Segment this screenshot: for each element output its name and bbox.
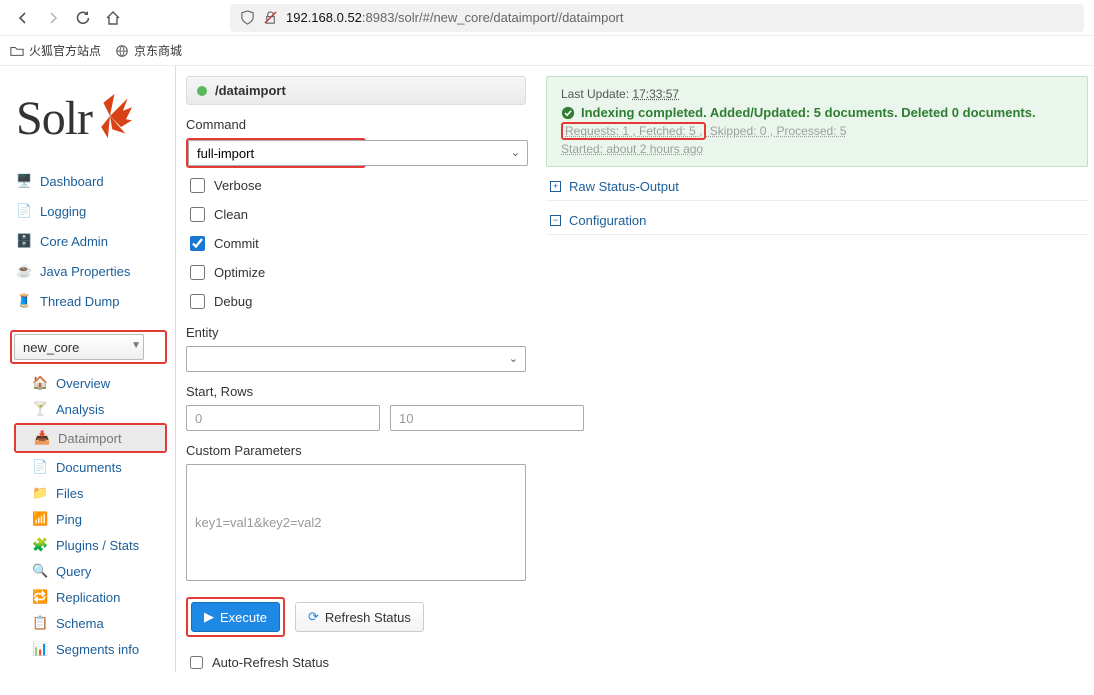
arrow-right-icon <box>45 10 61 26</box>
command-select[interactable]: full-import <box>188 140 528 166</box>
segments-icon: 📊 <box>32 641 48 657</box>
replication-icon: 🔁 <box>32 589 48 605</box>
status-main-text: Indexing completed. Added/Updated: 5 doc… <box>581 105 1036 120</box>
thread-icon: 🧵 <box>16 293 32 309</box>
import-icon: 📥 <box>34 430 50 446</box>
status-dot-icon <box>197 86 207 96</box>
customparams-label: Custom Parameters <box>186 443 526 458</box>
solr-logo: Solr <box>16 91 167 146</box>
sidebar: Solr 🖥️Dashboard 📄Logging 🗄️Core Admin ☕… <box>0 66 175 672</box>
verbose-checkbox[interactable] <box>190 178 205 193</box>
home-button[interactable] <box>100 5 126 31</box>
clean-checkbox[interactable] <box>190 207 205 222</box>
sidebar-item-dashboard[interactable]: 🖥️Dashboard <box>10 166 167 196</box>
commit-checkbox[interactable] <box>190 236 205 251</box>
sun-icon <box>88 94 132 138</box>
back-button[interactable] <box>10 5 36 31</box>
schema-icon: 📋 <box>32 615 48 631</box>
plugin-icon: 🧩 <box>32 537 48 553</box>
funnel-icon: 🍸 <box>32 401 48 417</box>
collapse-icon: − <box>550 215 561 226</box>
subnav-query[interactable]: 🔍Query <box>14 558 167 584</box>
java-icon: ☕ <box>16 263 32 279</box>
bookmark-bar: 火狐官方站点 京东商城 <box>0 36 1094 66</box>
autorefresh-label: Auto-Refresh Status <box>212 655 329 670</box>
status-counts: Requests: 1 , Fetched: 5 , Skipped: 0 , … <box>561 124 1073 138</box>
subnav-documents[interactable]: 📄Documents <box>14 454 167 480</box>
debug-label: Debug <box>214 294 252 309</box>
insecure-lock-icon <box>263 10 278 25</box>
shield-icon <box>240 10 255 25</box>
home-icon <box>105 10 121 26</box>
startrows-label: Start, Rows <box>186 384 526 399</box>
subnav-replication[interactable]: 🔁Replication <box>14 584 167 610</box>
refresh-icon: ⟳ <box>308 609 319 625</box>
bookmark-jd[interactable]: 京东商城 <box>115 42 182 59</box>
command-label: Command <box>186 117 526 132</box>
sidebar-item-coreadmin[interactable]: 🗄️Core Admin <box>10 226 167 256</box>
house-icon: 🏠 <box>32 375 48 391</box>
subnav-dataimport[interactable]: 📥Dataimport <box>16 425 165 451</box>
debug-checkbox[interactable] <box>190 294 205 309</box>
address-bar[interactable]: 192.168.0.52:8983/solr/#/new_core/dataim… <box>230 4 1084 32</box>
search-icon: 🔍 <box>32 563 48 579</box>
sidebar-item-threaddump[interactable]: 🧵Thread Dump <box>10 286 167 316</box>
subnav-files[interactable]: 📁Files <box>14 480 167 506</box>
bookmark-firefox[interactable]: 火狐官方站点 <box>10 42 101 59</box>
sidebar-item-logging[interactable]: 📄Logging <box>10 196 167 226</box>
execute-button[interactable]: ▶ Execute <box>191 602 280 632</box>
url-text: 192.168.0.52:8983/solr/#/new_core/dataim… <box>286 10 624 25</box>
subnav-ping[interactable]: 📶Ping <box>14 506 167 532</box>
subnav-overview[interactable]: 🏠Overview <box>14 370 167 396</box>
configuration-toggle[interactable]: − Configuration <box>546 201 1088 235</box>
last-update: Last Update: 17:33:57 <box>561 87 1073 101</box>
entity-select[interactable] <box>186 346 526 372</box>
command-highlight: full-import ⌄ <box>186 138 366 168</box>
optimize-label: Optimize <box>214 265 265 280</box>
subnav-plugins[interactable]: 🧩Plugins / Stats <box>14 532 167 558</box>
subnav-analysis[interactable]: 🍸Analysis <box>14 396 167 422</box>
requests-fetched-highlight: Requests: 1 , Fetched: 5 , <box>561 122 706 140</box>
browser-toolbar: 192.168.0.52:8983/solr/#/new_core/dataim… <box>0 0 1094 36</box>
commit-label: Commit <box>214 236 259 251</box>
gauge-icon: 🖥️ <box>16 173 32 189</box>
subnav-dataimport-highlight: 📥Dataimport <box>14 423 167 453</box>
arrow-left-icon <box>15 10 31 26</box>
customparams-input[interactable] <box>186 464 526 581</box>
folder-icon: 📁 <box>32 485 48 501</box>
db-icon: 🗄️ <box>16 233 32 249</box>
path-bar: /dataimport <box>186 76 526 105</box>
clean-label: Clean <box>214 207 248 222</box>
forward-button[interactable] <box>40 5 66 31</box>
execute-highlight: ▶ Execute <box>186 597 285 637</box>
expand-icon: + <box>550 181 561 192</box>
optimize-checkbox[interactable] <box>190 265 205 280</box>
refresh-status-button[interactable]: ⟳ Refresh Status <box>295 602 424 632</box>
ping-icon: 📶 <box>32 511 48 527</box>
path-title: /dataimport <box>215 83 286 98</box>
play-icon: ▶ <box>204 609 214 625</box>
autorefresh-checkbox[interactable] <box>190 656 203 669</box>
check-circle-icon <box>561 106 575 120</box>
reload-button[interactable] <box>70 5 96 31</box>
start-input[interactable] <box>186 405 380 431</box>
subnav-schema[interactable]: 📋Schema <box>14 610 167 636</box>
core-selector[interactable]: new_core <box>14 334 144 360</box>
verbose-label: Verbose <box>214 178 262 193</box>
folder-icon <box>10 44 24 58</box>
entity-label: Entity <box>186 325 526 340</box>
raw-status-toggle[interactable]: + Raw Status-Output <box>546 167 1088 201</box>
core-selector-highlight: new_core ▼ <box>10 330 167 364</box>
subnav-segments[interactable]: 📊Segments info <box>14 636 167 662</box>
globe-icon <box>115 44 129 58</box>
status-started: Started: about 2 hours ago <box>561 142 1073 156</box>
log-icon: 📄 <box>16 203 32 219</box>
reload-icon <box>75 10 91 26</box>
index-status-panel: Last Update: 17:33:57 Indexing completed… <box>546 76 1088 167</box>
sidebar-item-javaprops[interactable]: ☕Java Properties <box>10 256 167 286</box>
doc-icon: 📄 <box>32 459 48 475</box>
